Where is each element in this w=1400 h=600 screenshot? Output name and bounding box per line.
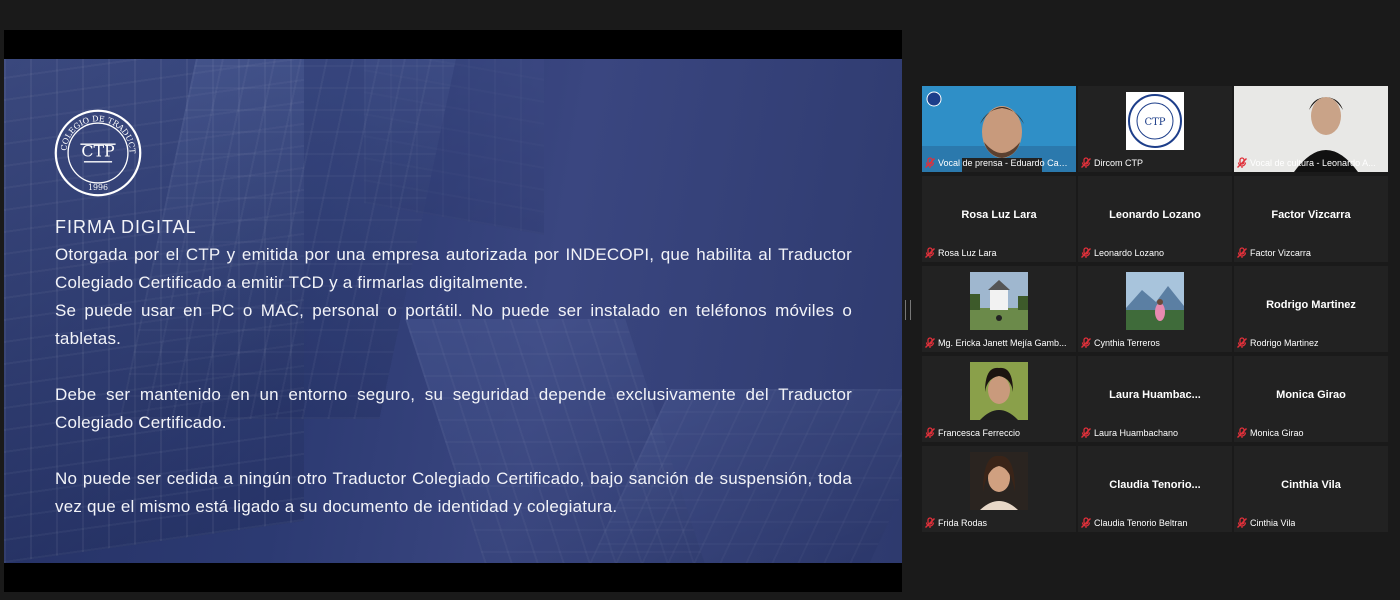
participant-tile[interactable]: Francesca Ferreccio [922, 356, 1076, 442]
slide-paragraph: Se puede usar en PC o MAC, personal o po… [55, 301, 852, 348]
participant-tile[interactable]: Laura Huambac... Laura Huambachano [1078, 356, 1232, 442]
participant-tile[interactable]: Rosa Luz Lara Rosa Luz Lara [922, 176, 1076, 262]
slide-paragraph: No puede ser cedida a ningún otro Traduc… [55, 469, 852, 516]
participant-display-name: Rodrigo Martinez [1266, 299, 1356, 311]
muted-mic-icon [924, 337, 936, 349]
participant-display-name: Rosa Luz Lara [961, 209, 1037, 221]
participant-gallery: Vocal de prensa - Eduardo Castil... CTP Di… [922, 86, 1388, 532]
panel-resize-handle[interactable] [905, 300, 911, 320]
participant-tile[interactable]: Claudia Tenorio... Claudia Tenorio Beltra… [1078, 446, 1232, 532]
participant-name-label: Cinthia Vila [1236, 516, 1384, 530]
participant-tile[interactable]: Cynthia Terreros [1078, 266, 1232, 352]
participant-name-label: Vocal de prensa - Eduardo Castil... [924, 156, 1072, 170]
muted-mic-icon [924, 517, 936, 529]
participant-tile[interactable]: Mg. Ericka Janett Mejía Gamb... [922, 266, 1076, 352]
participant-tile[interactable]: Vocal de prensa - Eduardo Castil... [922, 86, 1076, 172]
participant-tile[interactable]: Rodrigo Martinez Rodrigo Martinez [1234, 266, 1388, 352]
participant-tile[interactable]: Factor Vizcarra Factor Vizcarra [1234, 176, 1388, 262]
participant-tile[interactable]: CTP Dircom CTP [1078, 86, 1232, 172]
participant-name-label: Mg. Ericka Janett Mejía Gamb... [924, 336, 1072, 350]
participant-tile[interactable]: Cinthia Vila Cinthia Vila [1234, 446, 1388, 532]
participant-name-label: Leonardo Lozano [1080, 246, 1228, 260]
ctp-seal-logo: COLEGIO DE TRADUCTORES DEL PERÚ CTP 1996 [54, 109, 142, 197]
participant-name-label: Monica Girao [1236, 426, 1384, 440]
muted-mic-icon [1236, 427, 1248, 439]
presentation-slide: COLEGIO DE TRADUCTORES DEL PERÚ CTP 1996… [4, 59, 902, 563]
participant-name-label: Cynthia Terreros [1080, 336, 1228, 350]
slide-paragraph: Otorgada por el CTP y emitida por una em… [55, 245, 852, 292]
muted-mic-icon [924, 157, 936, 169]
muted-mic-icon [1080, 517, 1092, 529]
participant-name-label: Laura Huambachano [1080, 426, 1228, 440]
muted-mic-icon [1236, 247, 1248, 259]
muted-mic-icon [1080, 157, 1092, 169]
muted-mic-icon [1236, 337, 1248, 349]
muted-mic-icon [924, 427, 936, 439]
participant-name-label: Vocal de cultura - Leonardo A... [1236, 156, 1384, 170]
muted-mic-icon [1080, 247, 1092, 259]
slide-body: FIRMA DIGITAL Otorgada por el CTP y emit… [55, 213, 852, 521]
participant-display-name: Claudia Tenorio... [1109, 479, 1201, 491]
muted-mic-icon [1080, 427, 1092, 439]
svg-text:CTP: CTP [1144, 117, 1165, 128]
svg-text:1996: 1996 [88, 183, 108, 192]
slide-title: FIRMA DIGITAL [55, 217, 197, 237]
participant-tile[interactable]: Frida Rodas [922, 446, 1076, 532]
shared-screen: COLEGIO DE TRADUCTORES DEL PERÚ CTP 1996… [4, 30, 902, 592]
participant-tile[interactable]: Leonardo Lozano Leonardo Lozano [1078, 176, 1232, 262]
participant-name-label: Rodrigo Martinez [1236, 336, 1384, 350]
muted-mic-icon [924, 247, 936, 259]
slide-paragraph: Debe ser mantenido en un entorno seguro,… [55, 385, 852, 432]
participant-name-label: Dircom CTP [1080, 156, 1228, 170]
participant-name-label: Factor Vizcarra [1236, 246, 1384, 260]
participant-name-label: Frida Rodas [924, 516, 1072, 530]
participant-display-name: Laura Huambac... [1109, 389, 1201, 401]
participant-display-name: Monica Girao [1276, 389, 1346, 401]
participant-name-label: Rosa Luz Lara [924, 246, 1072, 260]
participant-tile[interactable]: Monica Girao Monica Girao [1234, 356, 1388, 442]
participant-display-name: Cinthia Vila [1281, 479, 1341, 491]
participant-tile[interactable]: Vocal de cultura - Leonardo A... [1234, 86, 1388, 172]
participant-name-label: Francesca Ferreccio [924, 426, 1072, 440]
muted-mic-icon [1080, 337, 1092, 349]
participant-display-name: Leonardo Lozano [1109, 209, 1201, 221]
muted-mic-icon [1236, 157, 1248, 169]
participant-display-name: Factor Vizcarra [1271, 209, 1351, 221]
participant-name-label: Claudia Tenorio Beltran [1080, 516, 1228, 530]
muted-mic-icon [1236, 517, 1248, 529]
